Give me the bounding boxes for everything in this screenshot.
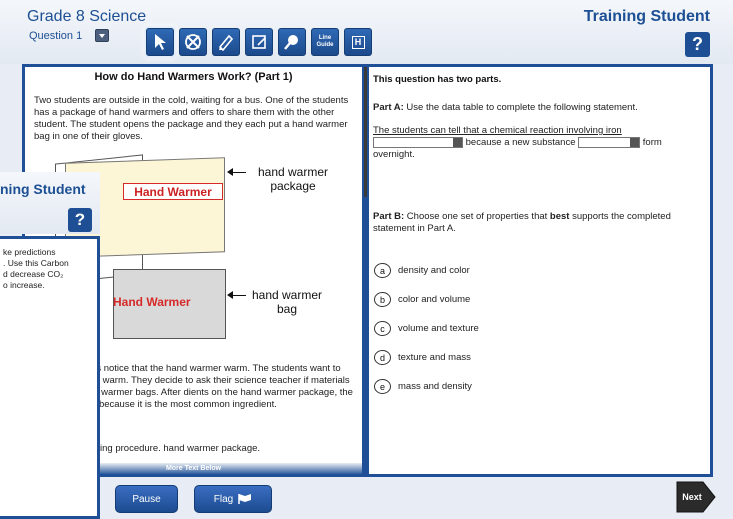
choice-letter: e [374,379,391,394]
choice-letter: b [374,292,391,307]
choice-letter: d [374,350,391,365]
overlay-help-button[interactable]: ? [68,208,92,232]
part-b-label: Part B: [373,211,405,222]
choice-letter: a [374,263,391,278]
part-b-emphasis: best [549,211,570,222]
passage-title: How do Hand Warmers Work? (Part 1) [94,71,293,83]
part-b-prompt: Part B: Choose one set of properties tha… [373,211,703,235]
answer-choice-e[interactable]: e mass and density [374,372,479,401]
answer-choices: a density and color b color and volume c vo… [374,256,479,401]
question-pane: This question has two parts. Part A: Use… [369,67,710,474]
passage-paragraph: Two students are outside in the cold, wa… [34,95,349,142]
magnifier-tool-button[interactable] [278,28,306,56]
pointer-tool-button[interactable] [146,28,174,56]
answer-choice-d[interactable]: d texture and mass [374,343,479,372]
highlighter-tool-button[interactable] [212,28,240,56]
line-guide-icon: Line Guide [316,35,334,48]
statement-line: The students can tell that a chemical re… [373,125,622,136]
part-a-text: Use the data table to complete the follo… [403,102,638,113]
package-callout: hand warmer package [257,165,329,193]
flag-icon [238,494,252,504]
overlay-text: ke predictions . Use this Carbon d decre… [3,247,98,291]
pointer-icon [155,34,166,50]
bag-callout: hand warmer bag [251,288,323,316]
overlay-body: ke predictions . Use this Carbon d decre… [0,236,100,519]
package-label: Hand Warmer [123,183,223,200]
passage-scrollbar[interactable] [364,67,367,197]
overlay-text-line: . Use this Carbon [3,258,69,268]
choice-text: color and volume [398,294,471,305]
overlay-text-line: o increase. [3,280,45,290]
help-guide-tool-button[interactable]: H [344,28,372,56]
next-button-label: Next [682,492,702,502]
statement-line: overnight. [373,149,415,161]
question-intro: This question has two parts. [373,74,502,85]
answer-dropdown-2[interactable] [578,137,641,148]
choice-text: density and color [398,265,470,276]
choice-text: texture and mass [398,352,471,363]
help-guide-icon: H [351,35,365,49]
bag-label: Hand Warmer [113,295,191,309]
answer-choice-b[interactable]: b color and volume [374,285,479,314]
part-b-pre: Choose one set of properties that [404,211,550,222]
answer-choice-c[interactable]: c volume and texture [374,314,479,343]
item-frame: How do Hand Warmers Work? (Part 1) Two s… [22,64,713,477]
highlighter-icon [218,34,234,51]
answer-dropdown-1[interactable] [373,137,463,148]
line-guide-tool-button[interactable]: Line Guide [311,28,339,56]
test-title: Grade 8 Science [27,8,147,25]
next-arrow-icon: Next [676,481,716,513]
flag-button[interactable]: Flag [194,485,272,513]
choice-text: volume and texture [398,323,479,334]
statement-line: because a new substance form [373,137,703,149]
question-number-label: Question 1 [29,30,83,42]
completion-statement: The students can tell that a chemical re… [373,125,703,161]
overlay-header: ning Student ? [0,172,100,234]
app-header: Grade 8 Science Training Student Questio… [0,0,733,64]
student-name: Training Student [583,8,710,25]
statement-end: form [640,137,662,149]
notepad-icon [252,35,266,49]
eliminator-icon [185,34,201,50]
question-dropdown-button[interactable] [95,29,109,42]
magnifier-icon [284,35,298,50]
part-a-prompt: Part A: Use the data table to complete t… [373,102,638,113]
help-button[interactable]: ? [685,32,710,57]
overlapping-test-window[interactable]: ning Student ? ke predictions . Use this… [0,172,100,519]
package-callout-line [232,172,246,173]
statement-mid: because a new substance [463,137,579,149]
overlay-text-line: d decrease CO₂ [3,269,64,279]
pause-button[interactable]: Pause [115,485,178,513]
overlay-student-name: ning Student [0,181,86,197]
overlay-text-line: ke predictions [3,247,56,257]
eliminator-tool-button[interactable] [179,28,207,56]
answer-choice-a[interactable]: a density and color [374,256,479,285]
flag-button-label: Flag [213,493,234,505]
notepad-tool-button[interactable] [245,28,273,56]
part-a-label: Part A: [373,102,404,113]
next-button[interactable]: Next [675,479,717,515]
tool-bar: Line Guide H [146,28,372,56]
choice-text: mass and density [398,381,472,392]
choice-letter: c [374,321,391,336]
